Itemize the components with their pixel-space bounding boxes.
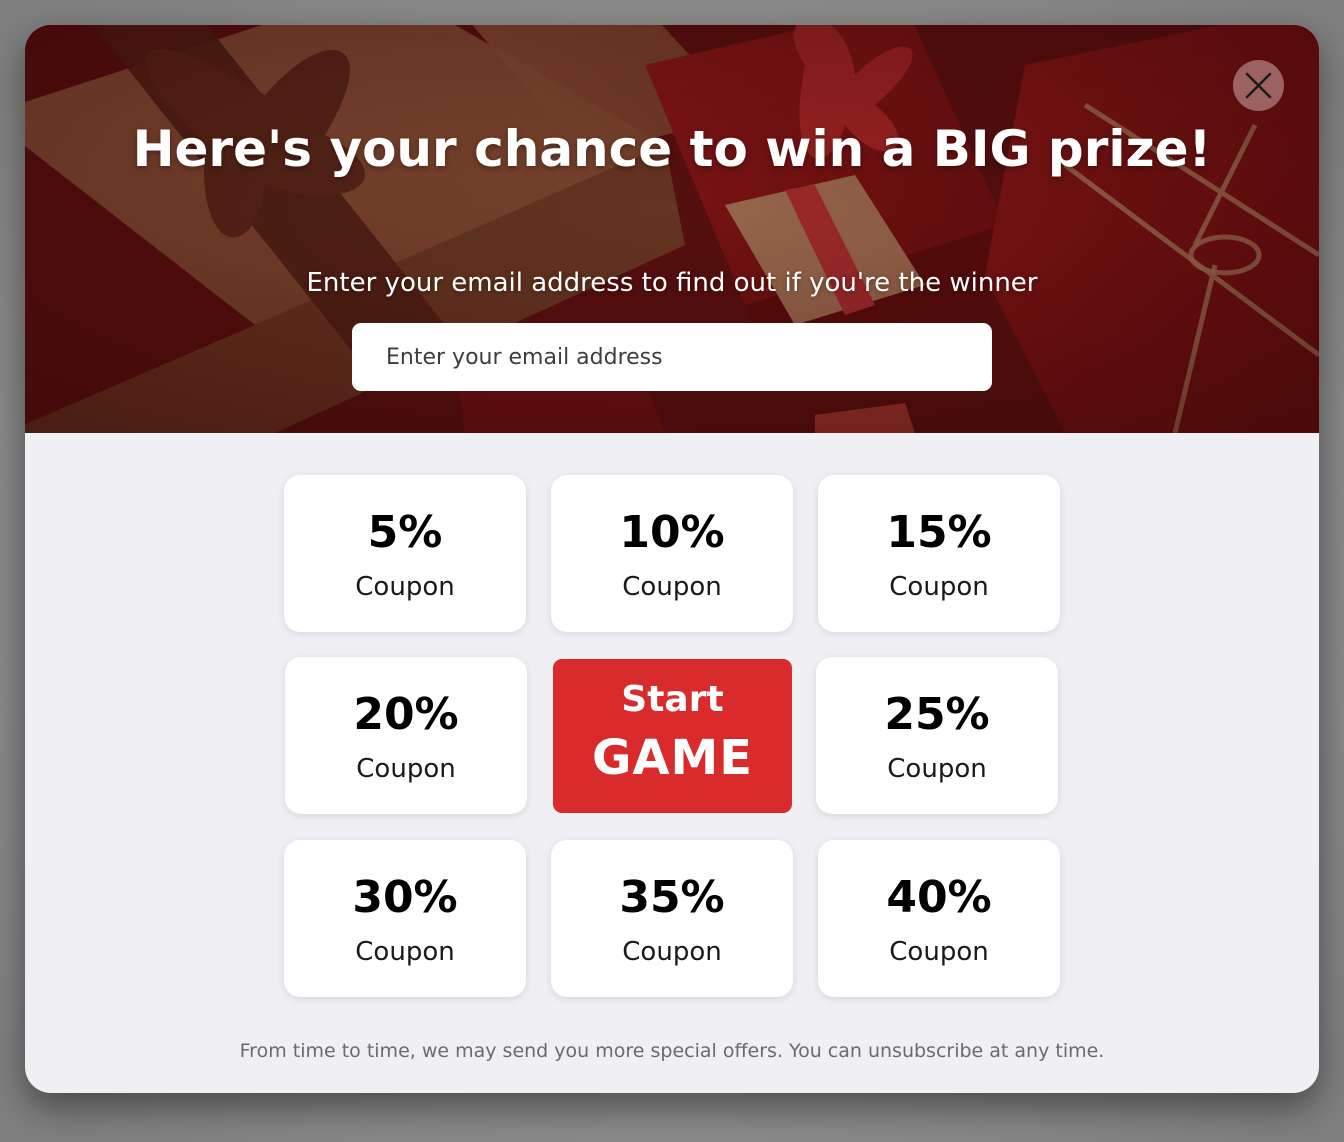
close-button[interactable] bbox=[1233, 60, 1284, 111]
coupon-label: Coupon bbox=[356, 754, 456, 784]
coupon-percent: 30% bbox=[352, 872, 458, 923]
close-icon bbox=[1245, 72, 1272, 99]
coupon-tile-40[interactable]: 40% Coupon bbox=[818, 840, 1060, 997]
popup-headline: Here's your chance to win a BIG prize! bbox=[132, 120, 1212, 178]
coupon-tile-20[interactable]: 20% Coupon bbox=[285, 657, 527, 814]
prize-popup: Here's your chance to win a BIG prize! E… bbox=[25, 25, 1319, 1093]
start-button-line2: GAME bbox=[591, 730, 754, 786]
coupon-percent: 15% bbox=[886, 507, 992, 558]
coupon-percent: 35% bbox=[619, 872, 725, 923]
coupon-percent: 10% bbox=[619, 507, 725, 558]
coupon-tile-25[interactable]: 25% Coupon bbox=[816, 657, 1058, 814]
coupon-label: Coupon bbox=[355, 572, 455, 602]
coupon-tile-30[interactable]: 30% Coupon bbox=[284, 840, 526, 997]
coupon-tile-35[interactable]: 35% Coupon bbox=[551, 840, 793, 997]
hero-banner: Here's your chance to win a BIG prize! E… bbox=[25, 25, 1319, 433]
coupon-percent: 40% bbox=[886, 872, 992, 923]
unsubscribe-disclaimer: From time to time, we may send you more … bbox=[239, 1040, 1105, 1062]
coupon-tile-10[interactable]: 10% Coupon bbox=[551, 475, 793, 632]
email-input[interactable] bbox=[352, 323, 992, 391]
coupon-percent: 20% bbox=[353, 689, 459, 740]
coupon-label: Coupon bbox=[622, 572, 722, 602]
coupon-label: Coupon bbox=[355, 937, 455, 967]
coupon-tile-15[interactable]: 15% Coupon bbox=[818, 475, 1060, 632]
coupon-percent: 5% bbox=[367, 507, 443, 558]
coupon-percent: 25% bbox=[884, 689, 990, 740]
popup-subheadline: Enter your email address to find out if … bbox=[306, 268, 1038, 298]
coupon-label: Coupon bbox=[889, 572, 989, 602]
coupon-label: Coupon bbox=[622, 937, 722, 967]
start-button-line1: Start bbox=[621, 679, 724, 720]
start-game-button[interactable]: Start GAME bbox=[553, 659, 792, 813]
coupon-tile-5[interactable]: 5% Coupon bbox=[284, 475, 526, 632]
coupon-label: Coupon bbox=[887, 754, 987, 784]
coupon-label: Coupon bbox=[889, 937, 989, 967]
